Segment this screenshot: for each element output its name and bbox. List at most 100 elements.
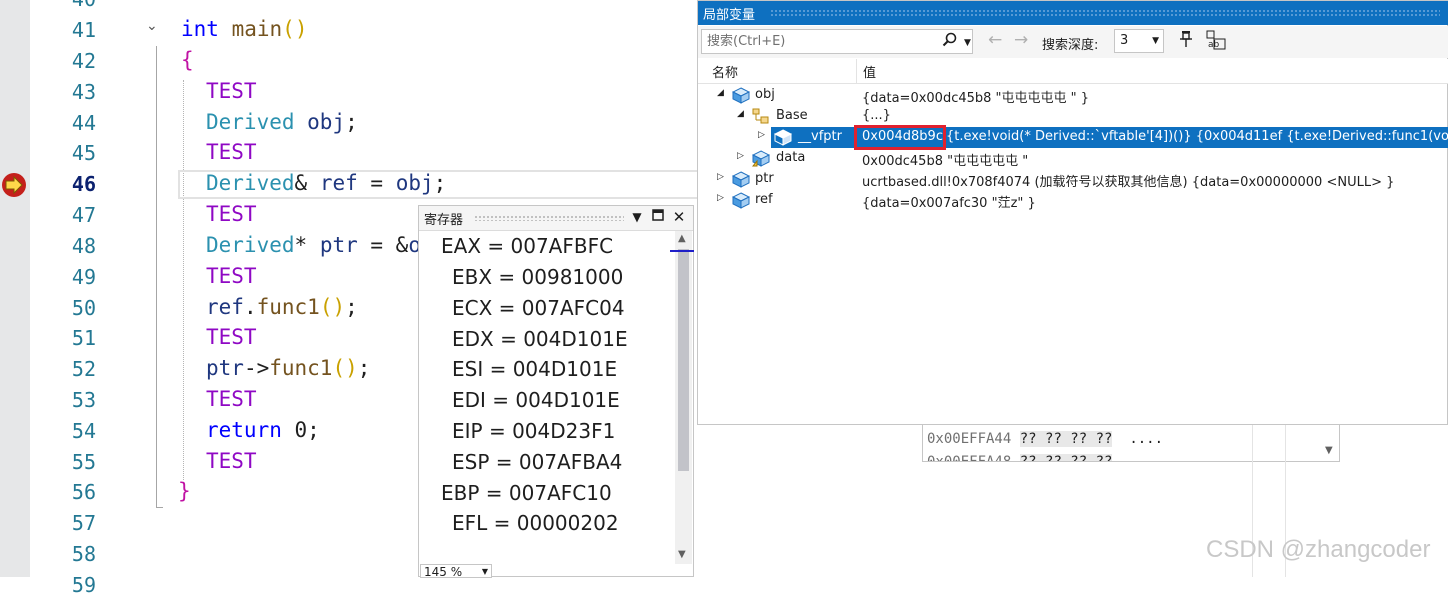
breakpoint-margin[interactable] (0, 0, 30, 577)
close-icon[interactable]: ✕ (670, 208, 688, 226)
registers-window[interactable]: 寄存器 ▼ ✕ EAX = 007AFBFC EBX = 00981000 EC… (418, 205, 694, 579)
macro: TEST (206, 449, 257, 473)
variable-value: 0x00dc45b8 "屯屯屯屯屯 " (862, 154, 1029, 169)
vertical-scrollbar[interactable]: ▲ ▼ (675, 231, 692, 564)
code-line-49[interactable]: TEST (206, 261, 257, 292)
brace: } (178, 479, 191, 503)
column-separator[interactable] (856, 59, 857, 83)
punct: . (243, 295, 257, 319)
window-menu-dropdown-icon[interactable]: ▼ (628, 208, 646, 226)
code-line-50[interactable]: ref.func1(); (206, 292, 358, 323)
code-line-52[interactable]: ptr->func1(); (206, 353, 370, 384)
search-icon[interactable] (942, 32, 958, 55)
hex-display-icon[interactable]: ab (1206, 30, 1226, 50)
registers-title: 寄存器 (424, 213, 464, 228)
variable-value: {...} (862, 108, 891, 123)
keyword: int (181, 17, 219, 41)
locals-title: 局部变量 (703, 8, 756, 23)
parens: () (319, 295, 346, 319)
register-row: EFL = 00000202 (452, 511, 619, 535)
line-number: 59 (71, 573, 96, 597)
code-line-54[interactable]: return 0; (206, 415, 320, 446)
fold-collapse-icon[interactable]: ⌄ (146, 18, 158, 34)
operator: = & (357, 233, 409, 257)
type-name: Derived (206, 233, 295, 257)
code-line-47[interactable]: TEST (206, 199, 257, 230)
code-line-45[interactable]: TEST (206, 137, 257, 168)
chevron-down-icon: ▼ (1152, 36, 1159, 46)
variable-object-icon (732, 171, 750, 188)
registers-title-bar[interactable]: 寄存器 ▼ ✕ (419, 206, 693, 231)
vertical-scrollbar[interactable]: ▼ (1321, 425, 1338, 461)
memory-chars: .... (1129, 431, 1164, 447)
watermark: CSDN @zhangcoder (1206, 536, 1431, 563)
variable: obj (294, 110, 346, 134)
code-line-44[interactable]: Derived obj; (206, 107, 358, 138)
variable: ptr (319, 233, 358, 257)
variable-name: obj (755, 87, 775, 102)
collapsed-icon[interactable]: ▷ (717, 172, 724, 182)
code-line-41[interactable]: int main() (181, 14, 307, 45)
variable-value: {t.exe!void(* Derived::`vftable'[4])()} … (946, 129, 1448, 144)
line-number: 44 (71, 111, 96, 135)
function-name: main (231, 17, 283, 41)
line-number: 49 (71, 265, 96, 289)
variable: ref (206, 295, 244, 319)
collapsed-icon[interactable]: ▷ (717, 193, 724, 203)
code-line-56[interactable]: } (178, 476, 191, 507)
protected-field-icon (752, 150, 770, 167)
code-line-55[interactable]: TEST (206, 446, 257, 477)
scroll-up-icon[interactable]: ▲ (678, 233, 686, 244)
operator: = (357, 171, 396, 195)
chevron-down-icon[interactable]: ▼ (964, 32, 971, 55)
collapsed-icon[interactable]: ▷ (758, 130, 765, 140)
memory-row: 0x00EFFA44 ?? ?? ?? ?? .... (927, 431, 1163, 447)
variable-name: ptr (755, 171, 774, 186)
line-number: 45 (71, 141, 96, 165)
tree-row-obj[interactable]: ◢ obj {data=0x00dc45b8 "屯屯屯屯屯 " } (698, 85, 1448, 106)
search-forward-arrow-icon[interactable]: → (1014, 30, 1028, 50)
line-number: 42 (71, 49, 96, 73)
tree-row-base[interactable]: ◢ Base {...} (698, 106, 1448, 127)
highlight-box (854, 125, 946, 150)
base-class-icon (752, 108, 769, 124)
variable: ptr (206, 356, 244, 380)
tree-row-vfptr[interactable]: ▷ __vfptr 0x004d8b9c {t.exe!void(* Deriv… (698, 125, 1448, 150)
tree-row-ref[interactable]: ▷ ref {data=0x007afc30 "茳z" } (698, 190, 1448, 211)
search-input[interactable]: 搜索(Ctrl+E) ▼ (701, 29, 973, 54)
memory-window[interactable]: 0x00EFFA44 ?? ?? ?? ?? .... 0x00EFFA48 ?… (922, 425, 1340, 462)
pin-icon[interactable] (1178, 30, 1194, 52)
locals-window[interactable]: 局部变量 搜索(Ctrl+E) ▼ ← → 搜索深度: 3 ▼ ab 名称 值 ◢… (697, 0, 1448, 425)
column-value-header[interactable]: 值 (863, 62, 876, 81)
memory-bytes: ?? ?? ?? ?? (1019, 454, 1113, 461)
code-line-42[interactable]: { (181, 45, 194, 76)
collapsed-icon[interactable]: ▷ (737, 151, 744, 161)
variable-value: ucrtbased.dll!0x708f4074 (加载符号以获取其他信息) {… (862, 175, 1395, 190)
line-number: 48 (71, 234, 96, 258)
maximize-icon[interactable] (649, 208, 667, 226)
zoom-select[interactable]: 145 % ▼ (420, 564, 492, 579)
variable: ref (319, 171, 358, 195)
search-depth-value: 3 (1120, 33, 1129, 48)
line-number: 58 (71, 542, 96, 566)
tree-row-data[interactable]: ▷ data 0x00dc45b8 "屯屯屯屯屯 " (698, 148, 1448, 169)
title-grip (474, 215, 624, 221)
expanded-icon[interactable]: ◢ (717, 88, 724, 98)
code-line-43[interactable]: TEST (206, 76, 257, 107)
expanded-icon[interactable]: ◢ (737, 109, 744, 119)
code-line-51[interactable]: TEST (206, 322, 257, 353)
macro: TEST (206, 140, 257, 164)
code-line-53[interactable]: TEST (206, 384, 257, 415)
line-number: 41 (71, 18, 96, 42)
scroll-thumb[interactable] (678, 249, 689, 471)
function-name: func1 (269, 356, 333, 380)
register-row: ECX = 007AFC04 (452, 296, 625, 320)
locals-title-bar[interactable]: 局部变量 (698, 1, 1448, 25)
scroll-down-icon[interactable]: ▼ (678, 549, 686, 560)
code-line-46[interactable]: Derived& ref = obj; (206, 168, 446, 199)
scroll-down-icon[interactable]: ▼ (1325, 445, 1333, 456)
column-name-header[interactable]: 名称 (712, 62, 738, 81)
search-depth-select[interactable]: 3 ▼ (1114, 29, 1164, 53)
search-back-arrow-icon[interactable]: ← (988, 30, 1002, 50)
tree-row-ptr[interactable]: ▷ ptr ucrtbased.dll!0x708f4074 (加载符号以获取其… (698, 169, 1448, 190)
